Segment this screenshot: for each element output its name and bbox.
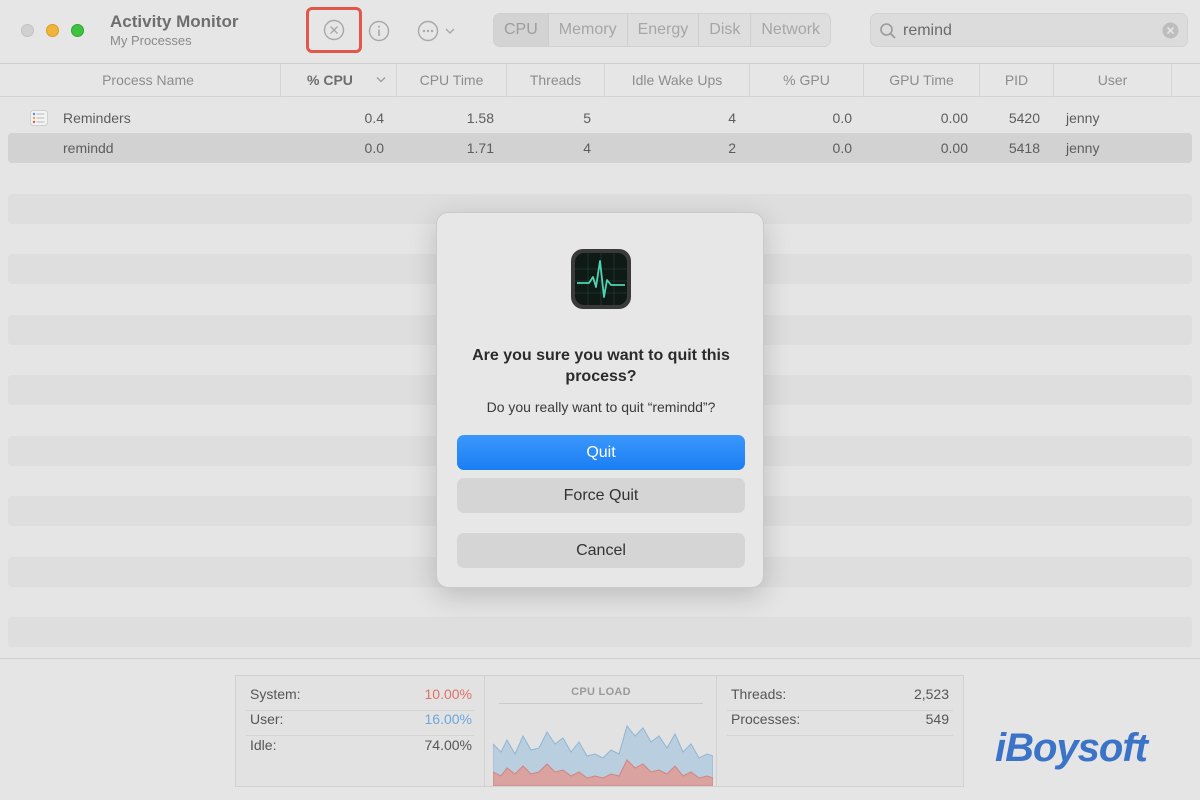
cpu-load-panel: CPU LOAD (484, 675, 717, 787)
sort-descending-icon (376, 77, 386, 83)
pid: 5420 (1008, 110, 1040, 126)
column-process-name[interactable]: Process Name (16, 64, 281, 97)
divider (246, 735, 474, 736)
system-value: 10.00% (424, 686, 472, 702)
inspect-button[interactable] (366, 18, 392, 44)
stop-icon (323, 19, 345, 41)
tab-memory[interactable]: Memory (549, 14, 628, 46)
info-icon (368, 20, 390, 42)
column-idle-wake-ups[interactable]: Idle Wake Ups (605, 64, 750, 97)
ellipsis-icon (417, 20, 439, 42)
tab-network[interactable]: Network (751, 14, 830, 46)
column-gpu-time[interactable]: GPU Time (864, 64, 980, 97)
view-tabs: CPU Memory Energy Disk Network (493, 13, 832, 47)
idle-label: Idle: (250, 737, 277, 753)
gpu-time: 0.00 (940, 110, 968, 126)
force-quit-button[interactable]: Force Quit (457, 478, 745, 513)
window-minimize-button[interactable] (46, 24, 59, 37)
tab-disk[interactable]: Disk (699, 14, 752, 46)
column-gpu-percent[interactable]: % GPU (750, 64, 864, 97)
column-cpu-percent[interactable]: % CPU (281, 64, 397, 97)
chevron-down-icon (445, 28, 455, 34)
cpu-time: 1.58 (466, 110, 494, 126)
column-cpu-time[interactable]: CPU Time (397, 64, 507, 97)
dialog-title: Are you sure you want to quit this proce… (472, 347, 730, 385)
column-threads[interactable]: Threads (507, 64, 605, 97)
user-label: User: (250, 711, 284, 727)
toolbar: Activity Monitor My Processes CPU Memory… (0, 0, 1200, 64)
tab-energy[interactable]: Energy (628, 14, 700, 46)
quit-button[interactable]: Quit (457, 435, 745, 470)
iboysoft-watermark-logo: iBoysoft (995, 726, 1148, 770)
divider (727, 735, 953, 736)
pid: 5418 (1008, 140, 1040, 156)
table-row[interactable]: remindd 0.0 1.71 4 2 0.0 0.00 5418 jenny (8, 133, 1192, 163)
system-label: System: (250, 686, 301, 702)
threads-value: 2,523 (913, 686, 949, 702)
process-name: Reminders (63, 110, 131, 126)
search-input[interactable] (903, 18, 1153, 44)
cpu-load-graph (493, 724, 713, 786)
threads: 5 (583, 110, 591, 126)
reminders-app-icon (30, 110, 48, 126)
cpu-time: 1.71 (466, 140, 494, 156)
window-subtitle: My Processes (110, 33, 192, 48)
clear-search-icon[interactable] (1162, 22, 1179, 39)
threads-label: Threads: (731, 686, 787, 702)
window-close-button[interactable] (21, 24, 34, 37)
column-header-row: Process Name % CPU CPU Time Threads Idle… (0, 64, 1200, 97)
gpu-time: 0.00 (940, 140, 968, 156)
processes-label: Processes: (731, 711, 801, 727)
cpu-percent: 0.4 (364, 110, 384, 126)
column-user[interactable]: User (1054, 64, 1172, 97)
process-count-panel: Threads: 2,523 Processes: 549 (716, 675, 964, 787)
cpu-usage-panel: System: 10.00% User: 16.00% Idle: 74.00% (235, 675, 485, 787)
window-title: Activity Monitor (110, 12, 239, 31)
user: jenny (1066, 140, 1100, 156)
column-pid[interactable]: PID (980, 64, 1054, 97)
threads: 4 (583, 140, 591, 156)
empty-row (8, 617, 1192, 647)
table-row[interactable]: Reminders 0.4 1.58 5 4 0.0 0.00 5420 jen… (8, 103, 1192, 133)
tab-cpu[interactable]: CPU (494, 14, 549, 46)
cpu-load-title: CPU LOAD (571, 686, 631, 698)
idle-wake-ups: 2 (728, 140, 736, 156)
user: jenny (1066, 110, 1100, 126)
quit-process-dialog: Are you sure you want to quit this proce… (436, 212, 764, 588)
search-icon (880, 23, 896, 39)
idle-wake-ups: 4 (728, 110, 736, 126)
cpu-percent: 0.0 (364, 140, 384, 156)
search-field (870, 13, 1188, 47)
cancel-button[interactable]: Cancel (457, 533, 745, 568)
gpu-percent: 0.0 (832, 140, 852, 156)
more-actions-button[interactable] (417, 18, 467, 44)
user-value: 16.00% (424, 711, 472, 727)
process-name: remindd (63, 140, 114, 156)
column-label: % CPU (307, 72, 353, 88)
gpu-percent: 0.0 (832, 110, 852, 126)
window-zoom-button[interactable] (71, 24, 84, 37)
activity-monitor-app-icon (571, 249, 631, 309)
stop-process-button[interactable] (306, 7, 362, 53)
idle-value: 74.00% (424, 737, 472, 753)
processes-value: 549 (925, 711, 949, 727)
divider (499, 703, 703, 704)
dialog-message: Do you really want to quit “remindd”? (486, 399, 716, 415)
